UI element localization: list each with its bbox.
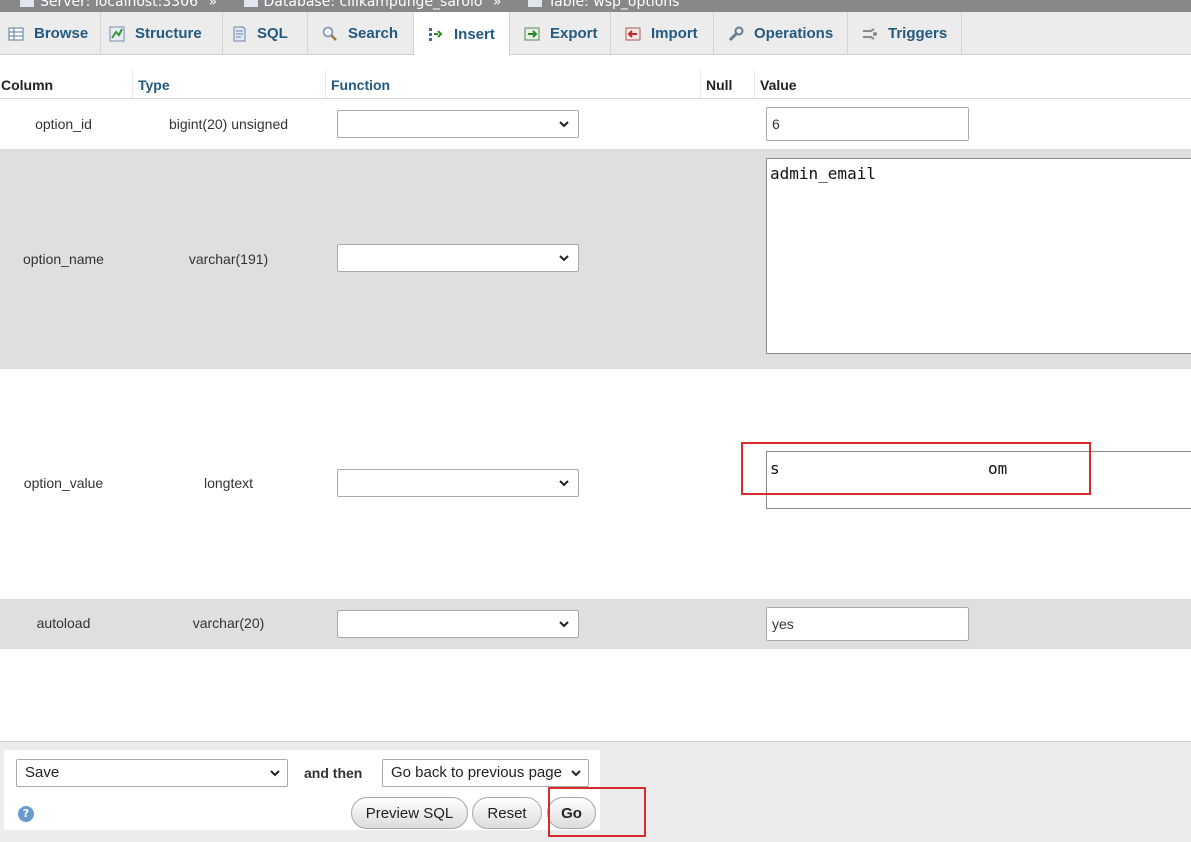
tab-browse[interactable]: Browse xyxy=(0,12,101,55)
tab-label: Insert xyxy=(454,25,495,43)
header-null: Null xyxy=(700,70,732,99)
chevron-down-icon xyxy=(571,770,581,777)
chevron-down-icon xyxy=(559,480,569,487)
column-type: bigint(20) unsigned xyxy=(168,116,289,132)
header-function[interactable]: Function xyxy=(325,70,390,99)
breadcrumb: Server: localhost:3306 » Database: cilik… xyxy=(0,0,1191,12)
triggers-icon xyxy=(863,27,877,40)
server-icon xyxy=(20,0,34,7)
tab-search[interactable]: Search xyxy=(308,12,414,55)
column-type: longtext xyxy=(203,475,254,491)
chevron-down-icon xyxy=(559,255,569,262)
chevron-down-icon xyxy=(559,621,569,628)
chevron-down-icon xyxy=(559,121,569,128)
help-icon[interactable]: ? xyxy=(18,806,34,822)
tab-label: Import xyxy=(651,25,698,42)
chevron-down-icon xyxy=(270,770,280,777)
function-select[interactable] xyxy=(337,610,579,638)
tab-insert[interactable]: Insert xyxy=(414,12,510,56)
column-type: varchar(191) xyxy=(188,251,269,267)
table-row: autoload varchar(20) yes xyxy=(0,599,1191,649)
header-column: Column xyxy=(1,77,54,93)
column-name: option_name xyxy=(23,251,104,267)
header-type[interactable]: Type xyxy=(132,70,170,99)
tab-label: SQL xyxy=(257,25,288,42)
function-select[interactable] xyxy=(337,469,579,497)
browse-icon xyxy=(8,27,24,40)
database-icon xyxy=(243,0,258,7)
tab-bar: Browse Structure SQL Search Insert Expor… xyxy=(0,12,1191,56)
header-value: Value xyxy=(754,70,797,99)
function-select[interactable] xyxy=(337,110,579,138)
column-name: option_id xyxy=(35,116,92,132)
search-icon xyxy=(322,26,337,41)
export-icon xyxy=(524,27,540,40)
column-name: autoload xyxy=(36,615,91,631)
tab-import[interactable]: Import xyxy=(611,12,714,55)
tab-sql[interactable]: SQL xyxy=(223,12,308,55)
tab-operations[interactable]: Operations xyxy=(714,12,848,55)
tab-label: Search xyxy=(348,25,399,42)
function-select[interactable] xyxy=(337,244,579,272)
insert-icon xyxy=(429,28,443,41)
breadcrumb-server[interactable]: Server: localhost:3306 xyxy=(40,0,198,10)
breadcrumb-database[interactable]: Database: cilikampunge_sarolo xyxy=(264,0,483,10)
tab-structure[interactable]: Structure xyxy=(101,12,223,55)
table-row: option_name varchar(191) admin_email xyxy=(0,149,1191,369)
tab-label: Structure xyxy=(135,25,202,42)
tab-label: Export xyxy=(550,25,598,42)
value-input[interactable]: yes xyxy=(766,607,969,641)
sql-icon xyxy=(233,26,246,41)
tab-label: Triggers xyxy=(888,25,948,42)
tab-label: Operations xyxy=(754,25,834,42)
tab-export[interactable]: Export xyxy=(510,12,611,55)
table-icon xyxy=(527,0,542,7)
and-then-label: and then xyxy=(304,765,363,781)
column-name: option_value xyxy=(23,475,104,491)
preview-sql-button[interactable]: Preview SQL xyxy=(351,797,468,829)
reset-button[interactable]: Reset xyxy=(472,797,542,829)
breadcrumb-table[interactable]: Table: wsp_options xyxy=(548,0,680,10)
import-icon xyxy=(625,27,641,40)
structure-icon xyxy=(109,26,125,41)
value-input[interactable]: 6 xyxy=(766,107,969,141)
highlight-box xyxy=(548,787,646,837)
highlight-box xyxy=(741,442,1091,495)
column-type: varchar(20) xyxy=(192,615,265,631)
breadcrumb-separator: » xyxy=(492,0,502,10)
value-textarea[interactable]: admin_email xyxy=(766,158,1191,354)
table-header: Column Type Function Null Value xyxy=(0,70,1191,99)
table-row: option_id bigint(20) unsigned 6 xyxy=(0,99,1191,149)
footer-panel: Save and then Go back to previous page ?… xyxy=(4,750,600,830)
after-insert-select[interactable]: Go back to previous page xyxy=(382,759,589,787)
breadcrumb-separator: » xyxy=(208,0,218,10)
operations-icon xyxy=(728,26,744,41)
action-select[interactable]: Save xyxy=(16,759,288,787)
tab-triggers[interactable]: Triggers xyxy=(848,12,962,55)
tab-label: Browse xyxy=(34,25,89,42)
